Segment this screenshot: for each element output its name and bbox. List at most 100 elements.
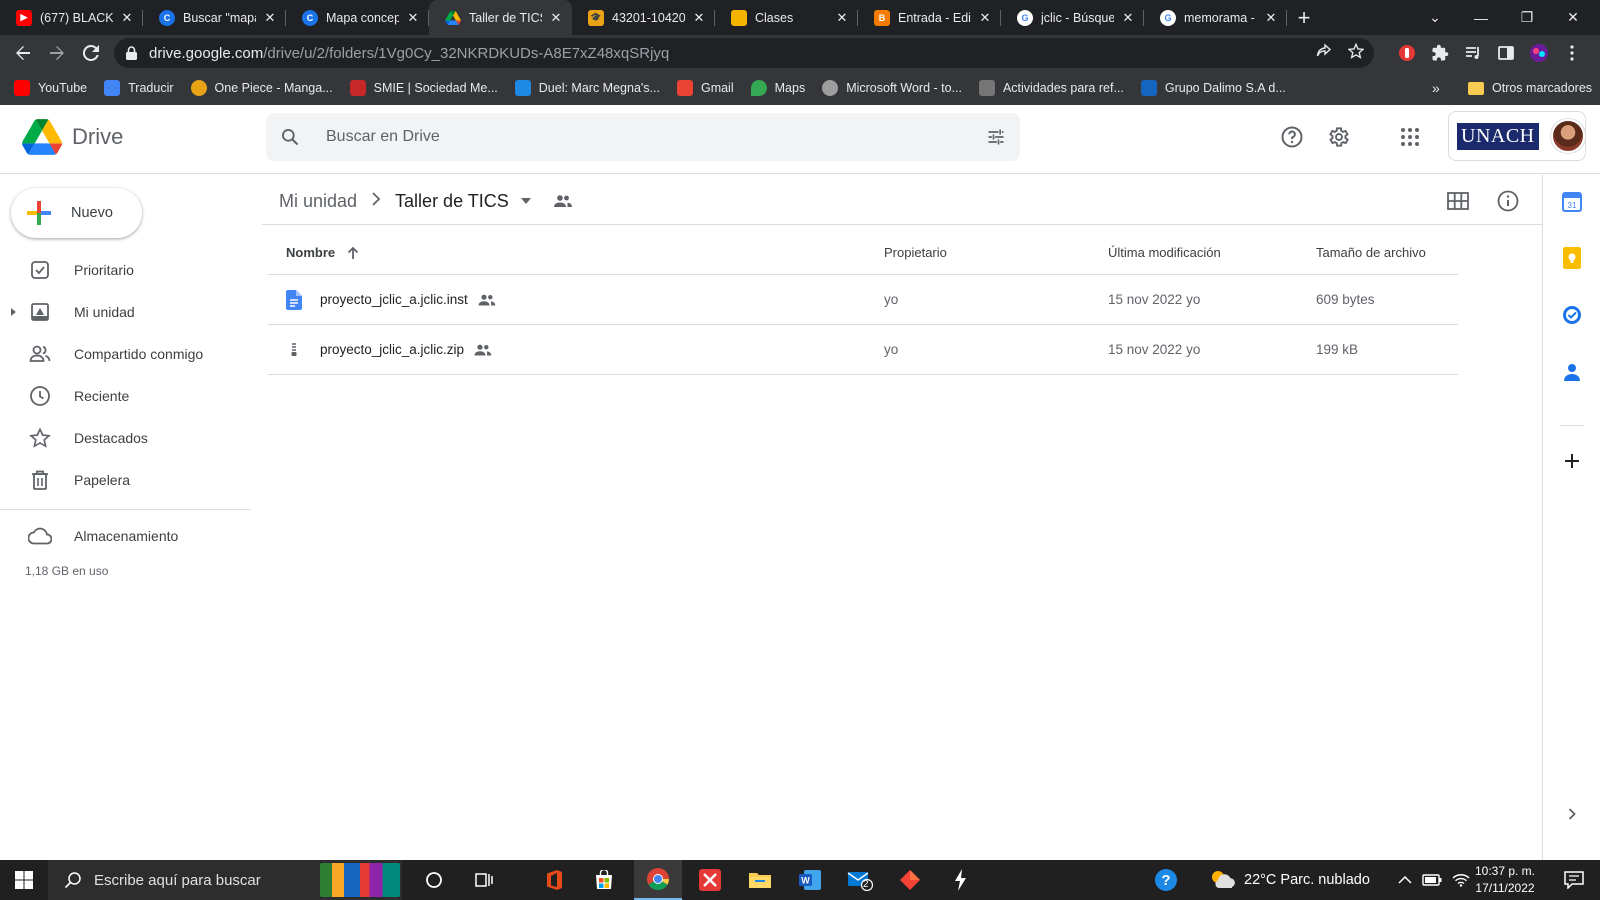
close-tab-icon[interactable]: ✕ (262, 10, 278, 26)
sidebar-item-reciente[interactable]: Reciente (0, 375, 251, 417)
bookmark-one-piece[interactable]: One Piece - Manga... (190, 80, 333, 96)
forward-icon[interactable] (40, 36, 74, 70)
chrome-menu-icon[interactable] (1561, 42, 1583, 64)
wifi-icon[interactable] (1452, 873, 1470, 887)
word-icon[interactable]: W (786, 860, 834, 900)
close-window-icon[interactable]: ✕ (1550, 0, 1596, 35)
tab-search-icon[interactable]: ⌄ (1412, 0, 1458, 35)
sort-arrow-up-icon[interactable] (347, 246, 359, 260)
close-tab-icon[interactable]: ✕ (548, 10, 564, 26)
browser-tab[interactable]: Clases ✕ (715, 0, 858, 35)
account-switcher[interactable]: UNACH (1448, 111, 1586, 161)
keep-icon[interactable] (1560, 246, 1584, 270)
storage-link[interactable]: Almacenamiento (28, 518, 178, 554)
sidebar-item-prioritario[interactable]: Prioritario (0, 249, 251, 291)
browser-tab-active[interactable]: Taller de TICS ✕ (429, 0, 572, 35)
bookmark-gmail[interactable]: Gmail (676, 80, 734, 96)
restore-icon[interactable]: ❐ (1504, 0, 1550, 35)
browser-tab[interactable]: ▶ (677) BLACKPI ✕ (0, 0, 143, 35)
browser-tab[interactable]: C Mapa concept ✕ (286, 0, 429, 35)
notification-center-icon[interactable] (1554, 860, 1594, 900)
close-tab-icon[interactable]: ✕ (119, 10, 135, 26)
adblock-extension-icon[interactable] (1396, 42, 1418, 64)
task-view-icon[interactable] (460, 860, 508, 900)
collapse-panel-chevron-icon[interactable] (1560, 802, 1584, 826)
bookmark-star-icon[interactable] (1347, 42, 1365, 63)
back-icon[interactable] (6, 36, 40, 70)
profile-avatar-icon[interactable] (1528, 42, 1550, 64)
sidebar-item-compartido[interactable]: Compartido conmigo (0, 333, 251, 375)
browser-tab[interactable]: C Buscar "mapa ✕ (143, 0, 286, 35)
new-button[interactable]: Nuevo (11, 188, 142, 238)
more-bookmarks-button[interactable]: » (1432, 71, 1440, 105)
bookmark-word[interactable]: Microsoft Word - to... (822, 80, 962, 96)
battery-icon[interactable] (1422, 874, 1442, 886)
search-icon[interactable] (266, 113, 314, 161)
chevron-up-icon[interactable] (1398, 876, 1412, 884)
close-tab-icon[interactable]: ✕ (834, 10, 850, 26)
bookmark-dalimo[interactable]: Grupo Dalimo S.A d... (1140, 80, 1286, 96)
bookmark-duel[interactable]: Duel: Marc Megna's... (514, 80, 660, 96)
breadcrumb-current-folder[interactable]: Taller de TICS (395, 191, 531, 212)
close-tab-icon[interactable]: ✕ (977, 10, 993, 26)
contacts-icon[interactable] (1560, 360, 1584, 384)
address-bar[interactable]: drive.google.com/drive/u/2/folders/1Vg0C… (114, 38, 1374, 68)
column-header-owner[interactable]: Propietario (884, 245, 947, 260)
side-panel-icon[interactable] (1495, 42, 1517, 64)
microsoft-store-icon[interactable] (580, 860, 628, 900)
taskbar-clock[interactable]: 10:37 p. m. 17/11/2022 (1470, 863, 1540, 897)
share-page-icon[interactable] (1316, 43, 1332, 63)
search-options-icon[interactable] (972, 113, 1020, 161)
lock-icon[interactable] (126, 46, 137, 60)
grid-view-icon[interactable] (1438, 183, 1478, 219)
bookmark-smie[interactable]: SMIE | Sociedad Me... (349, 80, 498, 96)
browser-tab[interactable]: B Entrada - Edita ✕ (858, 0, 1001, 35)
other-bookmarks-folder[interactable]: Otros marcadores (1468, 71, 1592, 105)
extensions-puzzle-icon[interactable] (1429, 42, 1451, 64)
weather-widget[interactable]: ? 22°C Parc. nublado (1155, 860, 1370, 900)
help-circle-tray-icon[interactable]: ? (1154, 868, 1178, 892)
column-header-modified[interactable]: Última modificación (1108, 245, 1221, 260)
bookmark-actividades[interactable]: Actividades para ref... (978, 80, 1124, 96)
close-tab-icon[interactable]: ✕ (1263, 10, 1279, 26)
avatar[interactable] (1550, 119, 1585, 153)
info-icon[interactable] (1488, 183, 1528, 219)
browser-tab[interactable]: G jclic - Búsqued ✕ (1001, 0, 1144, 35)
close-tab-icon[interactable]: ✕ (1120, 10, 1136, 26)
sidebar-item-papelera[interactable]: Papelera (0, 459, 251, 501)
close-tab-icon[interactable]: ✕ (405, 10, 421, 26)
drive-logo[interactable]: Drive (22, 119, 123, 155)
add-addon-plus-icon[interactable] (1560, 449, 1584, 473)
media-controls-icon[interactable] (1462, 42, 1484, 64)
expand-caret-icon[interactable] (11, 308, 16, 316)
red-diamond-app-icon[interactable] (886, 860, 934, 900)
mail-icon[interactable]: 2 (836, 860, 884, 900)
close-tab-icon[interactable]: ✕ (691, 10, 707, 26)
windows-start-icon[interactable] (0, 860, 48, 900)
table-row[interactable]: proyecto_jclic_a.jclic.inst yo 15 nov 20… (268, 275, 1458, 325)
bookmark-traducir[interactable]: Traducir (104, 80, 174, 96)
taskbar-search-input[interactable] (94, 871, 314, 889)
minimize-icon[interactable]: — (1458, 0, 1504, 35)
sidebar-item-destacados[interactable]: Destacados (0, 417, 251, 459)
breadcrumb-root[interactable]: Mi unidad (279, 191, 357, 212)
help-icon[interactable] (1272, 117, 1312, 157)
table-row[interactable]: proyecto_jclic_a.jclic.zip yo 15 nov 202… (268, 325, 1458, 375)
column-header-size[interactable]: Tamaño de archivo (1316, 245, 1426, 260)
lightning-app-icon[interactable] (936, 860, 984, 900)
calendar-icon[interactable]: 31 (1560, 190, 1584, 214)
drive-search-input[interactable] (314, 113, 972, 161)
browser-tab[interactable]: G memorama - B ✕ (1144, 0, 1287, 35)
sidebar-item-mi-unidad[interactable]: Mi unidad (0, 291, 251, 333)
tasks-icon[interactable] (1560, 303, 1584, 327)
chrome-taskbar-icon[interactable] (634, 860, 682, 900)
reload-icon[interactable] (74, 36, 108, 70)
office-app-icon[interactable] (530, 860, 578, 900)
browser-tab[interactable]: 🎓 43201-104201 ✕ (572, 0, 715, 35)
file-explorer-icon[interactable] (736, 860, 784, 900)
settings-gear-icon[interactable] (1318, 117, 1358, 157)
apps-grid-icon[interactable] (1390, 117, 1430, 157)
cortana-circle-icon[interactable] (410, 860, 458, 900)
red-x-app-icon[interactable] (686, 860, 734, 900)
column-header-name[interactable]: Nombre (286, 245, 359, 260)
